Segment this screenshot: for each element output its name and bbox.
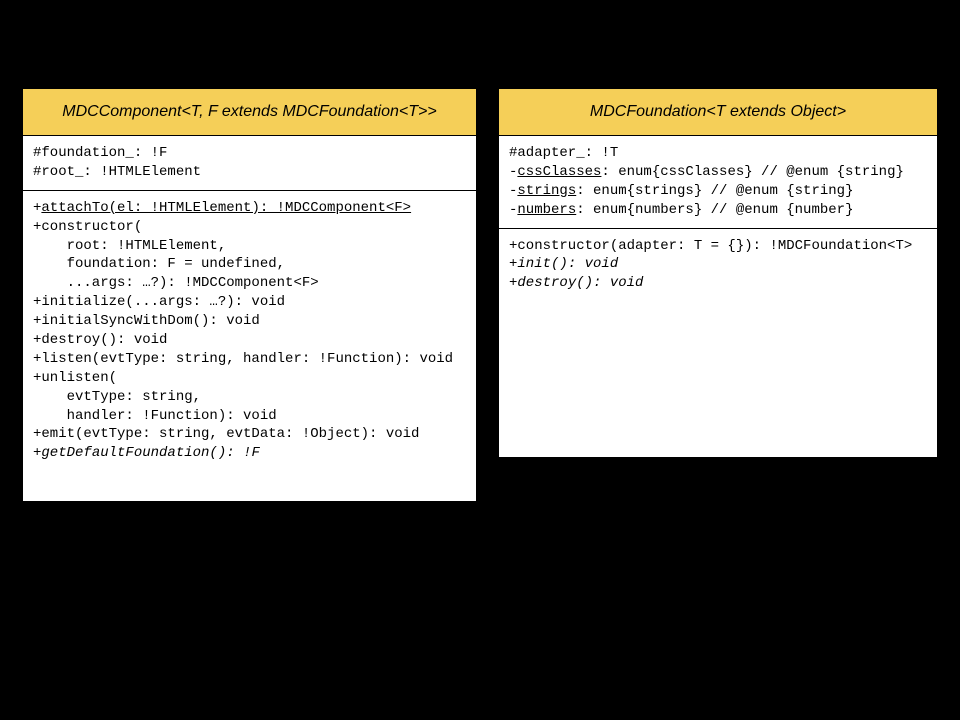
method-line: evtType: string, xyxy=(33,389,201,405)
attr-line: #root_: !HTMLElement xyxy=(33,164,201,180)
class-methods: +constructor(adapter: T = {}): !MDCFound… xyxy=(499,229,937,457)
uml-class-mdccomponent: MDCComponent<T, F extends MDCFoundation<… xyxy=(22,88,477,502)
method-line: +constructor( xyxy=(33,219,142,235)
method-line: foundation: F = undefined, xyxy=(33,256,285,272)
attr-line: #foundation_: !F xyxy=(33,145,167,161)
method-line: +attachTo(el: !HTMLElement): !MDCCompone… xyxy=(33,200,411,216)
class-attributes: #foundation_: !F #root_: !HTMLElement xyxy=(23,136,476,191)
method-line: +emit(evtType: string, evtData: !Object)… xyxy=(33,426,419,442)
class-attributes: #adapter_: !T -cssClasses: enum{cssClass… xyxy=(499,136,937,229)
method-line: +getDefaultFoundation(): !F xyxy=(33,445,260,461)
method-line: +unlisten( xyxy=(33,370,117,386)
method-line: +constructor(adapter: T = {}): !MDCFound… xyxy=(509,238,912,254)
method-line: +destroy(): void xyxy=(33,332,167,348)
method-line: +destroy(): void xyxy=(509,275,643,291)
class-methods: +attachTo(el: !HTMLElement): !MDCCompone… xyxy=(23,191,476,501)
attr-line: #adapter_: !T xyxy=(509,145,618,161)
uml-class-mdcfoundation: MDCFoundation<T extends Object> #adapter… xyxy=(498,88,938,458)
method-line: +initialize(...args: …?): void xyxy=(33,294,285,310)
method-line: handler: !Function): void xyxy=(33,408,277,424)
attr-line: -strings: enum{strings} // @enum {string… xyxy=(509,183,853,199)
method-line: +listen(evtType: string, handler: !Funct… xyxy=(33,351,453,367)
method-line: ...args: …?): !MDCComponent<F> xyxy=(33,275,319,291)
method-line: +initialSyncWithDom(): void xyxy=(33,313,260,329)
attr-line: -cssClasses: enum{cssClasses} // @enum {… xyxy=(509,164,904,180)
class-title: MDCComponent<T, F extends MDCFoundation<… xyxy=(23,89,476,136)
method-line: +init(): void xyxy=(509,256,618,272)
class-title: MDCFoundation<T extends Object> xyxy=(499,89,937,136)
attr-line: -numbers: enum{numbers} // @enum {number… xyxy=(509,202,853,218)
method-line: root: !HTMLElement, xyxy=(33,238,226,254)
